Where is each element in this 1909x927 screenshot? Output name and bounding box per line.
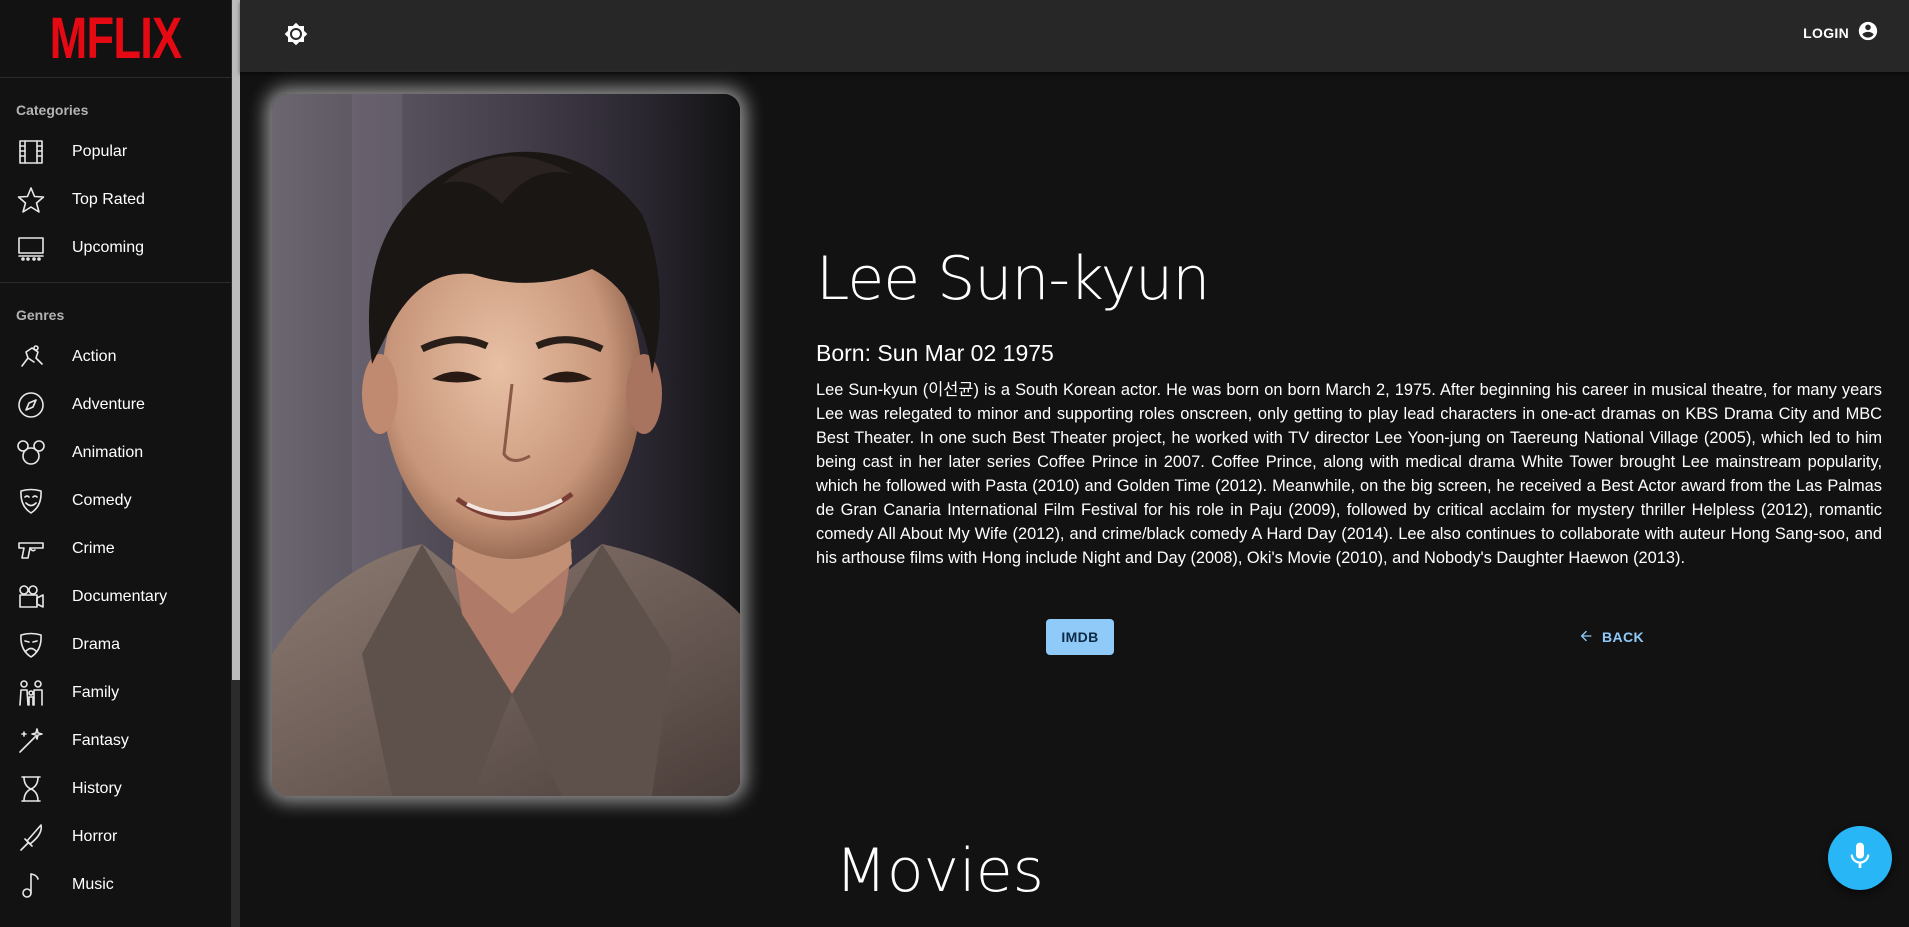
- back-button[interactable]: BACK: [1578, 619, 1644, 655]
- back-label: BACK: [1602, 629, 1645, 645]
- top-app-bar: LOGIN: [240, 0, 1909, 72]
- genres-heading: Genres: [16, 307, 65, 323]
- compass-icon: [14, 388, 48, 422]
- arrow-back-icon: [1578, 628, 1594, 647]
- logo-container[interactable]: MFLIX: [0, 0, 231, 78]
- star-icon: [14, 183, 48, 217]
- actor-birthdate: Born: Sun Mar 02 1975: [816, 340, 1054, 366]
- sidebar-item-documentary[interactable]: Documentary: [0, 573, 231, 621]
- knife-icon: [14, 820, 48, 854]
- sidebar-item-label: Adventure: [72, 396, 145, 413]
- theme-toggle-button[interactable]: [278, 18, 314, 54]
- brightness-icon: [284, 22, 308, 51]
- sidebar-item-label: Drama: [72, 636, 121, 653]
- music-note-icon: [14, 868, 48, 902]
- sidebar-scrollbar[interactable]: [232, 0, 240, 927]
- sidebar-item-upcoming[interactable]: Upcoming: [0, 224, 231, 272]
- login-label: LOGIN: [1803, 24, 1849, 41]
- video-camera-icon: [14, 580, 48, 614]
- sidebar-item-crime[interactable]: Crime: [0, 525, 231, 573]
- sidebar-item-action[interactable]: Action: [0, 333, 231, 381]
- sidebar-item-music[interactable]: Music: [0, 861, 231, 909]
- sidebar-item-animation[interactable]: Animation: [0, 429, 231, 477]
- imdb-button[interactable]: IMDB: [1046, 619, 1114, 655]
- sidebar-item-label: Action: [72, 348, 117, 365]
- sidebar-item-label: History: [72, 780, 122, 797]
- gun-icon: [14, 532, 48, 566]
- sad-mask-icon: [14, 628, 48, 662]
- sidebar-item-label: Family: [72, 684, 120, 701]
- magic-wand-icon: [14, 724, 48, 758]
- sidebar-item-history[interactable]: History: [0, 765, 231, 813]
- theater-icon: [14, 231, 48, 265]
- hourglass-icon: [14, 772, 48, 806]
- app-logo[interactable]: MFLIX: [50, 9, 183, 68]
- sidebar-item-label: Horror: [72, 828, 118, 845]
- movies-section-title: Movies: [240, 836, 1909, 906]
- sidebar-item-top-rated[interactable]: Top Rated: [0, 176, 231, 224]
- sidebar: MFLIX Categories Popular Top Rated Upcom…: [0, 0, 232, 927]
- sidebar-item-label: Fantasy: [72, 732, 129, 749]
- actor-name: Lee Sun-kyun: [816, 244, 1210, 314]
- categories-heading: Categories: [16, 102, 89, 118]
- sidebar-scrollbar-thumb[interactable]: [232, 0, 240, 680]
- actor-biography: Lee Sun-kyun (이선균) is a South Korean act…: [816, 381, 1882, 567]
- sidebar-item-label: Animation: [72, 444, 144, 461]
- sidebar-item-horror[interactable]: Horror: [0, 813, 231, 861]
- sidebar-item-label: Documentary: [72, 588, 168, 605]
- sidebar-item-drama[interactable]: Drama: [0, 621, 231, 669]
- account-circle-icon: [1857, 20, 1879, 45]
- film-icon: [14, 135, 48, 169]
- voice-assistant-button[interactable]: [1828, 826, 1892, 890]
- login-button[interactable]: LOGIN: [1803, 20, 1879, 45]
- sidebar-item-label: Music: [72, 876, 114, 893]
- sidebar-item-popular[interactable]: Popular: [0, 128, 231, 176]
- sidebar-item-label: Comedy: [72, 492, 132, 509]
- sidebar-item-label: Upcoming: [72, 239, 145, 256]
- sidebar-item-family[interactable]: Family: [0, 669, 231, 717]
- sidebar-item-comedy[interactable]: Comedy: [0, 477, 231, 525]
- sidebar-item-fantasy[interactable]: Fantasy: [0, 717, 231, 765]
- movies-title-text: Movies: [835, 836, 1044, 906]
- action-icon: [14, 340, 48, 374]
- microphone-icon: [1844, 840, 1876, 877]
- mouse-ears-icon: [14, 436, 48, 470]
- sidebar-item-label: Popular: [72, 143, 128, 160]
- happy-mask-icon: [14, 484, 48, 518]
- family-icon: [14, 676, 48, 710]
- sidebar-item-label: Crime: [72, 540, 115, 557]
- sidebar-item-label: Top Rated: [72, 191, 145, 208]
- sidebar-item-adventure[interactable]: Adventure: [0, 381, 231, 429]
- actor-photo: [272, 94, 740, 796]
